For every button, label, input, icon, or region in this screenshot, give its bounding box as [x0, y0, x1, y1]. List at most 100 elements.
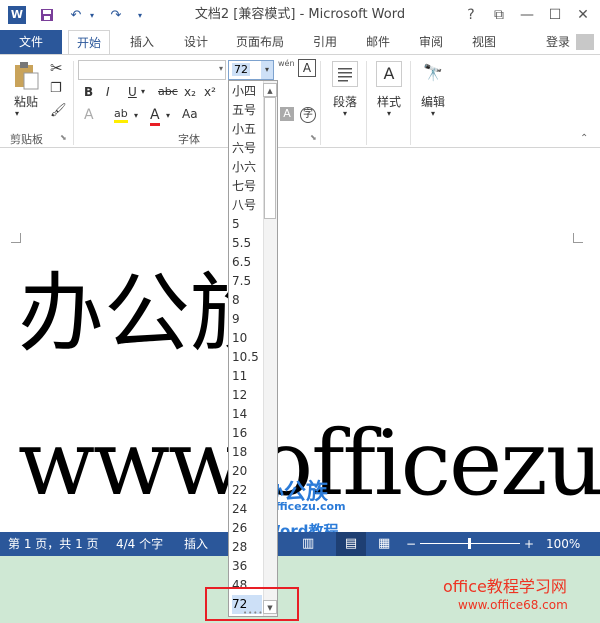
font-size-option[interactable]: 8 [232, 291, 262, 310]
subscript-button[interactable]: x₂ [184, 85, 196, 99]
font-size-option[interactable]: 26 [232, 519, 262, 538]
character-border-icon[interactable]: A [298, 59, 316, 77]
paragraph-icon[interactable] [332, 61, 358, 87]
login-link[interactable]: 登录 [546, 30, 570, 54]
format-painter-icon[interactable]: 🖌 [50, 103, 67, 118]
editing-dropdown-icon[interactable]: ▾ [431, 109, 435, 118]
font-size-option[interactable]: 14 [232, 405, 262, 424]
font-size-option[interactable]: 10 [232, 329, 262, 348]
font-size-option[interactable]: 9 [232, 310, 262, 329]
zoom-level[interactable]: 100% [546, 532, 580, 556]
font-size-option[interactable]: 11 [232, 367, 262, 386]
scroll-up-icon[interactable]: ▲ [263, 83, 277, 97]
insert-mode[interactable]: 插入 [184, 532, 208, 556]
editing-button[interactable]: 编辑 [421, 93, 445, 110]
help-button[interactable]: ? [456, 0, 486, 30]
tab-home[interactable]: 开始 [68, 30, 111, 54]
collapse-ribbon-icon[interactable]: ⌃ [580, 133, 588, 144]
font-size-option[interactable]: 18 [232, 443, 262, 462]
web-layout-icon[interactable]: ▦ [378, 532, 390, 556]
font-size-option[interactable]: 7.5 [232, 272, 262, 291]
print-layout-icon[interactable]: ▤ [336, 532, 366, 556]
styles-dropdown-icon[interactable]: ▾ [387, 109, 391, 118]
font-color-dropdown-icon[interactable]: ▾ [166, 111, 170, 120]
zoom-in-button[interactable]: + [524, 532, 534, 556]
paste-icon[interactable] [12, 61, 40, 94]
tab-view[interactable]: 视图 [472, 30, 496, 54]
superscript-button[interactable]: x² [204, 85, 216, 99]
cut-icon[interactable]: ✂ [50, 59, 63, 77]
font-size-option[interactable]: 六号 [232, 139, 262, 158]
tab-mailings[interactable]: 邮件 [366, 30, 390, 54]
font-size-option[interactable]: 小四 [232, 82, 262, 101]
font-size-option[interactable]: 22 [232, 481, 262, 500]
font-size-option[interactable]: 小六 [232, 158, 262, 177]
tab-references[interactable]: 引用 [313, 30, 337, 54]
undo-dropdown-icon[interactable]: ▾ [86, 6, 98, 24]
tab-file[interactable]: 文件 [0, 30, 62, 54]
tab-review[interactable]: 审阅 [419, 30, 443, 54]
zoom-out-button[interactable]: − [406, 532, 416, 556]
minimize-button[interactable]: — [512, 0, 542, 30]
phonetic-guide-label[interactable]: wén [278, 59, 295, 68]
font-size-option[interactable]: 24 [232, 500, 262, 519]
page-count[interactable]: 第 1 页，共 1 页 [8, 532, 99, 556]
enclose-characters-icon[interactable]: 字 [300, 107, 316, 123]
font-size-option[interactable]: 12 [232, 386, 262, 405]
font-size-input[interactable]: 72 ▾ [228, 60, 274, 80]
styles-button[interactable]: 样式 [377, 93, 401, 110]
font-size-option[interactable]: 28 [232, 538, 262, 557]
font-size-option[interactable]: 36 [232, 557, 262, 576]
text-effects-icon[interactable]: A [84, 107, 94, 123]
read-mode-icon[interactable]: ▥ [302, 532, 314, 556]
avatar[interactable] [576, 34, 594, 50]
copy-icon[interactable]: ❐ [50, 81, 62, 96]
bold-button[interactable]: B [84, 85, 93, 99]
ribbon-display-button[interactable]: ⧉ [484, 0, 514, 30]
paragraph-dropdown-icon[interactable]: ▾ [343, 109, 347, 118]
redo-icon[interactable]: ↷ [106, 6, 126, 24]
font-size-option[interactable]: 6.5 [232, 253, 262, 272]
binoculars-icon[interactable]: 🔭 [420, 61, 446, 87]
tab-design[interactable]: 设计 [184, 30, 208, 54]
scroll-thumb[interactable] [264, 97, 276, 219]
tab-insert[interactable]: 插入 [130, 30, 154, 54]
zoom-slider-thumb[interactable] [468, 538, 471, 549]
font-size-option[interactable]: 10.5 [232, 348, 262, 367]
font-name-input[interactable]: ▾ [78, 60, 226, 80]
font-size-option[interactable]: 5.5 [232, 234, 262, 253]
italic-button[interactable]: I [106, 85, 110, 99]
underline-button[interactable]: U [128, 85, 137, 99]
font-size-option[interactable]: 八号 [232, 196, 262, 215]
paste-button[interactable]: 粘贴 [14, 93, 38, 110]
styles-icon[interactable]: A [376, 61, 402, 87]
font-name-dropdown-icon[interactable]: ▾ [219, 64, 223, 73]
clipboard-launcher-icon[interactable]: ⬊ [60, 133, 67, 142]
font-color-icon[interactable]: A [150, 107, 160, 126]
highlight-color-icon[interactable]: ab [114, 107, 128, 123]
font-size-option[interactable]: 七号 [232, 177, 262, 196]
font-size-option[interactable]: 20 [232, 462, 262, 481]
paragraph-button[interactable]: 段落 [333, 93, 357, 110]
save-icon[interactable] [38, 6, 56, 24]
word-app-icon: W [8, 6, 26, 24]
font-size-option[interactable]: 16 [232, 424, 262, 443]
change-case-button[interactable]: Aa [182, 107, 198, 121]
margin-corner-mark [573, 233, 583, 243]
underline-dropdown-icon[interactable]: ▾ [141, 87, 145, 96]
font-launcher-icon[interactable]: ⬊ [310, 133, 317, 142]
highlight-dropdown-icon[interactable]: ▾ [134, 111, 138, 120]
undo-icon[interactable]: ↶ [66, 6, 86, 24]
tab-layout[interactable]: 页面布局 [236, 30, 284, 54]
maximize-button[interactable]: ☐ [540, 0, 570, 30]
paste-dropdown-icon[interactable]: ▾ [15, 109, 19, 118]
font-size-dropdown-icon[interactable]: ▾ [261, 61, 273, 79]
word-count[interactable]: 4/4 个字 [116, 532, 163, 556]
font-size-option[interactable]: 五号 [232, 101, 262, 120]
font-size-option[interactable]: 小五 [232, 120, 262, 139]
customize-toolbar-icon[interactable]: ▾ [134, 6, 146, 24]
character-shading-icon[interactable]: A [280, 107, 294, 121]
font-size-option[interactable]: 5 [232, 215, 262, 234]
close-button[interactable]: ✕ [568, 0, 598, 30]
strikethrough-button[interactable]: abc [158, 85, 178, 98]
